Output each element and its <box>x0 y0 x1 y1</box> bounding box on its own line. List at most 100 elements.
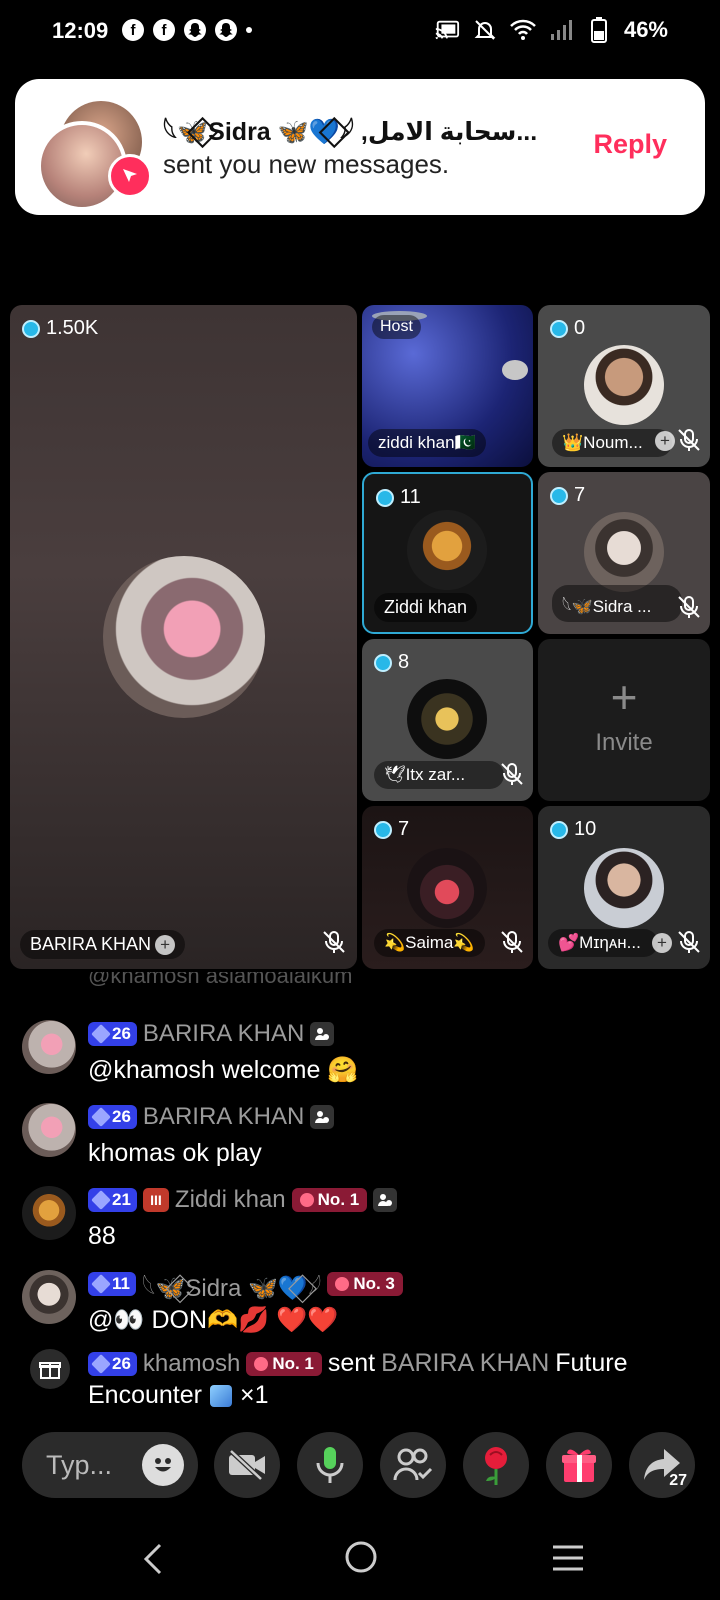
seat-6[interactable]: 10 💕Mɪηᴀн... + <box>538 806 710 969</box>
gift-line-2: Encounter ×1 <box>88 1381 268 1410</box>
rose-gift-button[interactable] <box>463 1432 529 1498</box>
status-indicators: 46% <box>434 17 668 43</box>
seat-6-name[interactable]: 💕Mɪηᴀн... <box>548 929 658 957</box>
mic-button[interactable] <box>297 1432 363 1498</box>
level-value: 11 <box>112 1274 130 1293</box>
gem-icon <box>91 1190 111 1210</box>
seat-3[interactable]: 7 𓆩🦋Sidra ... <box>538 472 710 634</box>
fan-badge-icon: III <box>142 1188 169 1212</box>
chat-message: 21 III Ziddi khan No. 1 88 <box>22 1186 702 1256</box>
seat-1-name[interactable]: 👑Noum... <box>552 429 672 457</box>
main-seat-name[interactable]: BARIRA KHAN + <box>20 929 186 959</box>
chat-input[interactable]: Typ... <box>22 1432 198 1498</box>
chat-username[interactable]: BARIRA KHAN <box>143 1103 304 1131</box>
seat-count-value: 11 <box>400 486 421 508</box>
level-value: 26 <box>112 1107 131 1126</box>
rose-icon <box>485 1447 507 1485</box>
facebook-icon: f <box>153 19 175 41</box>
chat-text: 88 <box>88 1222 116 1250</box>
gem-icon <box>91 1024 111 1044</box>
level-badge: 11 <box>88 1272 136 1296</box>
gift-small-icon <box>30 1349 70 1389</box>
chat-avatar[interactable] <box>22 1103 76 1157</box>
send-badge-icon <box>108 154 152 198</box>
emoji-icon[interactable] <box>142 1444 184 1486</box>
mic-off-icon <box>678 931 700 953</box>
follow-plus-icon[interactable]: + <box>655 431 675 451</box>
gift-name: Future <box>555 1349 628 1377</box>
chat-input-placeholder: Typ... <box>46 1450 113 1480</box>
home-icon[interactable] <box>344 1540 378 1574</box>
chat-avatar[interactable] <box>22 1270 76 1324</box>
seat-3-name[interactable]: 𓆩🦋Sidra ... <box>552 585 682 622</box>
seat-count: 10 <box>550 818 596 841</box>
seat-1[interactable]: 0 👑Noum... + <box>538 305 710 467</box>
rank-value: No. 3 <box>353 1274 395 1293</box>
invite-label: Invite <box>595 729 653 756</box>
snapchat-icon <box>184 19 206 41</box>
people-icon <box>393 1448 433 1481</box>
main-seat[interactable]: 1.50K BARIRA KHAN + <box>10 305 357 969</box>
seat-2[interactable]: 11 Ziddi khan <box>362 472 533 634</box>
seat-4-name[interactable]: 🕊Itx zar... <box>374 761 504 789</box>
gift-line-1: 26 khamosh No. 1 sent BARIRA KHAN Future <box>88 1349 628 1378</box>
seat-1-name-text: 👑Noum... <box>562 433 643 452</box>
coin-icon <box>550 319 568 338</box>
notification-icons: f f <box>122 19 252 41</box>
gift-name-2: Encounter <box>88 1381 202 1409</box>
level-badge: 26 <box>88 1351 137 1376</box>
seat-5-avatar <box>407 848 487 928</box>
more-notifications-dot <box>246 27 252 33</box>
mic-off-icon <box>501 763 523 785</box>
chat-username[interactable]: 𓆩🦋⃟Sidra 🦋💙⃟𓆪 <box>142 1264 321 1304</box>
seat-count-value: 1.50K <box>46 317 99 339</box>
battery-percent: 46% <box>623 17 668 42</box>
clock-icon <box>254 1356 269 1371</box>
share-button[interactable]: 27 <box>629 1432 695 1498</box>
seat-5-name[interactable]: 💫Saima💫 <box>374 929 485 957</box>
message-notification[interactable]: 𓆩🦋⃟Sidra 🦋💙⃟𓆪 ,سحابة الامل... sent you n… <box>15 79 705 215</box>
chat-avatar[interactable] <box>22 1186 76 1240</box>
chat-username[interactable]: Ziddi khan <box>175 1186 286 1214</box>
coin-icon <box>550 486 568 505</box>
clock-icon <box>335 1277 350 1291</box>
coin-icon <box>374 653 392 672</box>
chat-partial-line: @khamosh aslamoalaikum <box>88 972 353 988</box>
host-name[interactable]: ziddi khan🇵🇰 <box>368 429 486 457</box>
chat-avatar[interactable] <box>22 1020 76 1074</box>
gift-quantity: ×1 <box>239 1381 269 1409</box>
seat-5[interactable]: 7 💫Saima💫 <box>362 806 533 969</box>
chat-text: @👀 DON🫶💋 ❤️❤️ <box>88 1306 339 1334</box>
chat-username[interactable]: BARIRA KHAN <box>143 1020 304 1048</box>
members-button[interactable] <box>380 1432 446 1498</box>
host-label: Host <box>372 315 421 339</box>
share-count: 27 <box>669 1472 687 1489</box>
level-badge: 26 <box>88 1105 137 1129</box>
gift-item-icon <box>209 1384 232 1407</box>
seat-2-name[interactable]: Ziddi khan <box>374 593 478 622</box>
follow-plus-icon[interactable]: + <box>155 935 176 955</box>
host-seat[interactable]: Host ziddi khan🇵🇰 <box>362 305 533 467</box>
gift-verb: sent <box>327 1349 376 1377</box>
reply-button[interactable]: Reply <box>593 129 667 160</box>
gift-button[interactable] <box>546 1432 612 1498</box>
invite-seat[interactable]: + Invite <box>538 639 710 801</box>
chat-message: 26 BARIRA KHAN khomas ok play <box>22 1103 702 1173</box>
gift-receiver[interactable]: BARIRA KHAN <box>381 1349 549 1378</box>
recents-icon[interactable] <box>551 1544 585 1572</box>
coin-icon <box>374 820 392 839</box>
seat-4[interactable]: 8 🕊Itx zar... <box>362 639 533 801</box>
gift-sender[interactable]: khamosh <box>143 1350 240 1378</box>
seat-count: 0 <box>550 317 585 340</box>
chat-text: khomas ok play <box>88 1139 262 1167</box>
seat-2-avatar <box>407 510 487 590</box>
level-value: 21 <box>112 1190 131 1209</box>
video-off-button[interactable] <box>214 1432 280 1498</box>
seat-count: 11 <box>376 486 421 509</box>
rank-value: No. 1 <box>272 1353 314 1373</box>
signal-icon <box>548 18 574 42</box>
host-decor-2 <box>502 360 528 380</box>
chat-header: 11 𓆩🦋⃟Sidra 🦋💙⃟𓆪 No. 3 <box>88 1270 403 1302</box>
follow-plus-icon[interactable]: + <box>652 933 672 953</box>
back-icon[interactable] <box>140 1542 168 1576</box>
